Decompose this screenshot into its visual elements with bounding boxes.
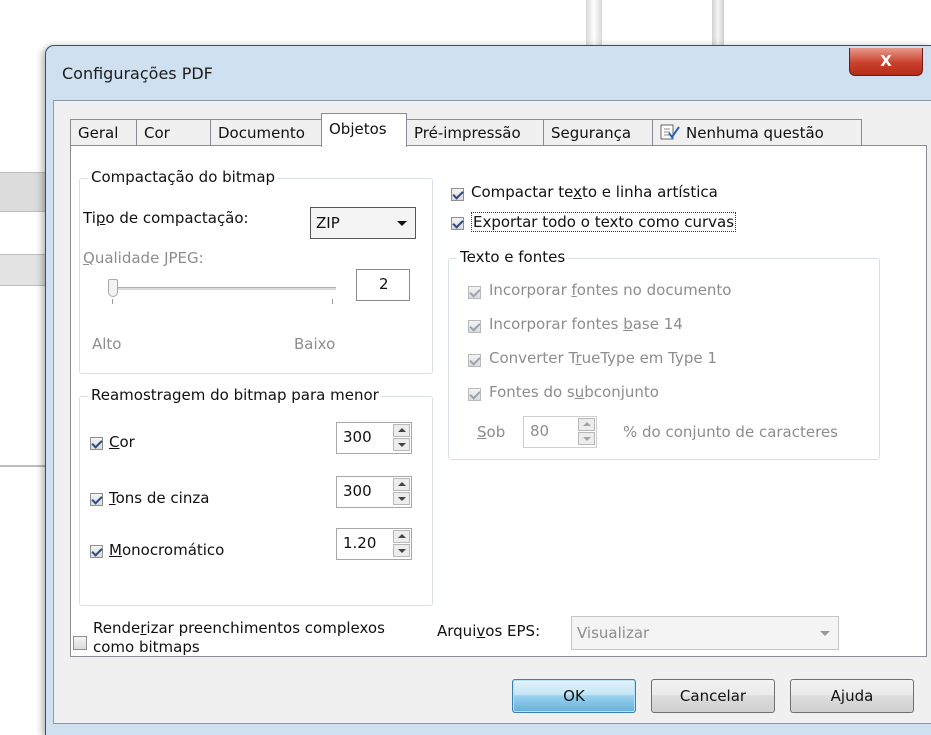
subset-under-label: Sob — [477, 423, 506, 441]
help-button[interactable]: Ajuda — [790, 679, 914, 713]
export-curves-checkbox[interactable] — [451, 217, 464, 230]
eps-label: Arquivos EPS: — [437, 622, 541, 640]
tab-geral[interactable]: Geral — [70, 119, 137, 145]
subset-fonts-checkbox[interactable] — [468, 388, 481, 401]
dialog-title: Configurações PDF — [62, 64, 213, 83]
slider-track — [108, 287, 336, 290]
downsample-color-spinner[interactable]: 300 — [336, 422, 412, 454]
text-fonts-group: Texto e fontes Incorporar fontes no docu… — [448, 248, 880, 460]
ok-button[interactable]: OK — [512, 679, 636, 713]
downsample-color-label[interactable]: Cor — [109, 433, 135, 451]
downsample-mono-checkbox[interactable] — [90, 545, 103, 558]
pdf-settings-dialog: Configurações PDF X Geral Cor Documento … — [45, 45, 931, 735]
render-complex-label[interactable]: Renderizar preenchimentos complexos como… — [93, 619, 385, 657]
spin-up-button[interactable] — [393, 424, 410, 437]
compression-type-select[interactable]: ZIP — [310, 207, 416, 239]
subset-threshold-spinner[interactable]: 80 — [523, 416, 597, 448]
embed-base14-label[interactable]: Incorporar fontes base 14 — [489, 315, 683, 333]
spin-down-button[interactable] — [393, 492, 410, 505]
downsample-mono-label[interactable]: Monocromático — [109, 541, 224, 559]
chevron-down-icon — [820, 631, 830, 636]
group-legend: Texto e fontes — [457, 248, 569, 266]
jpeg-quality-slider[interactable] — [108, 277, 340, 307]
tab-documento[interactable]: Documento — [210, 119, 322, 145]
spin-down-button[interactable] — [393, 544, 410, 557]
background-line — [586, 0, 602, 46]
eps-select[interactable]: Visualizar — [571, 616, 839, 650]
chevron-down-icon — [397, 221, 407, 226]
bitmap-compression-group: Compactação do bitmap Tipo de compactaçã… — [79, 168, 433, 374]
cancel-button[interactable]: Cancelar — [651, 679, 775, 713]
downsample-mono-spinner[interactable]: 1.20 — [336, 528, 412, 560]
subset-fonts-label[interactable]: Fontes do subconjunto — [489, 383, 659, 401]
embed-fonts-label[interactable]: Incorporar fontes no documento — [489, 281, 731, 299]
tab-label: Pré-impressão — [414, 124, 521, 142]
spin-down-button[interactable] — [578, 432, 595, 445]
embed-base14-checkbox[interactable] — [468, 320, 481, 333]
tab-label: Geral — [78, 124, 119, 142]
jpeg-quality-input[interactable]: 2 — [356, 269, 410, 301]
charset-label: % do conjunto de caracteres — [623, 423, 838, 441]
convert-truetype-label[interactable]: Converter TrueType em Type 1 — [489, 349, 717, 367]
downsampling-group: Reamostragem do bitmap para menor Cor 30… — [79, 386, 433, 606]
checklist-icon — [660, 124, 680, 140]
downsample-grayscale-label[interactable]: Tons de cinza — [109, 489, 209, 507]
tab-pre-impressao[interactable]: Pré-impressão — [406, 119, 544, 145]
dialog-client: Geral Cor Documento Objetos Pré-impressã… — [53, 100, 931, 724]
tab-panel-objetos: Compactação do bitmap Tipo de compactaçã… — [70, 145, 927, 657]
compression-type-label: Tipo de compactação: — [83, 209, 249, 227]
tab-label: Cor — [144, 124, 170, 142]
convert-truetype-checkbox[interactable] — [468, 354, 481, 367]
slider-thumb[interactable] — [108, 279, 118, 297]
slider-tick — [332, 299, 333, 304]
compression-type-value: ZIP — [316, 214, 340, 232]
tab-nenhuma-questao[interactable]: Nenhuma questão — [652, 119, 862, 145]
downsample-grayscale-checkbox[interactable] — [90, 493, 103, 506]
downsample-color-checkbox[interactable] — [90, 437, 103, 450]
jpeg-quality-label: Qualidade JPEG: — [83, 249, 204, 267]
slider-min-label: Alto — [92, 335, 122, 353]
background-line — [712, 0, 724, 46]
embed-fonts-checkbox[interactable] — [468, 286, 481, 299]
render-complex-checkbox[interactable] — [73, 636, 87, 650]
downsample-grayscale-spinner[interactable]: 300 — [336, 476, 412, 508]
compress-text-checkbox[interactable] — [451, 188, 464, 201]
spin-down-button[interactable] — [393, 438, 410, 451]
tab-label: Segurança — [551, 124, 632, 142]
slider-max-label: Baixo — [294, 335, 336, 353]
tab-label: Objetos — [329, 120, 387, 138]
spin-up-button[interactable] — [578, 418, 595, 431]
compress-text-label[interactable]: Compactar texto e linha artística — [471, 183, 718, 201]
tab-label: Nenhuma questão — [686, 124, 824, 142]
export-curves-label[interactable]: Exportar todo o texto como curvas — [471, 212, 737, 232]
close-icon: X — [880, 52, 892, 70]
tab-cor[interactable]: Cor — [136, 119, 211, 145]
tab-objetos[interactable]: Objetos — [321, 113, 407, 147]
spin-up-button[interactable] — [393, 530, 410, 543]
close-button[interactable]: X — [849, 48, 923, 76]
spin-up-button[interactable] — [393, 478, 410, 491]
group-legend: Compactação do bitmap — [88, 168, 279, 186]
slider-tick — [112, 299, 113, 304]
group-legend: Reamostragem do bitmap para menor — [88, 386, 382, 404]
tab-label: Documento — [218, 124, 305, 142]
tab-seguranca[interactable]: Segurança — [543, 119, 653, 145]
eps-value: Visualizar — [577, 624, 650, 642]
